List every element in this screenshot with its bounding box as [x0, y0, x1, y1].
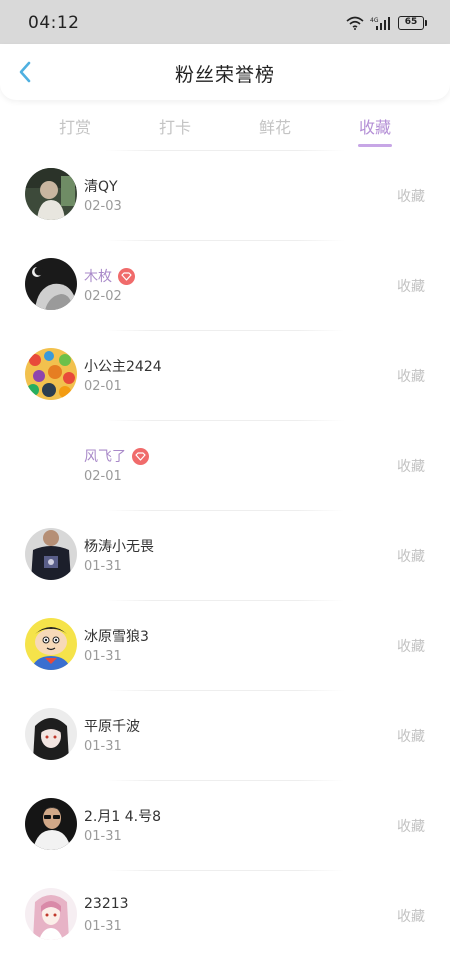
date: 02-03	[84, 199, 122, 214]
favorite-label: 收藏	[397, 369, 425, 385]
battery-icon: 65	[398, 16, 427, 30]
tab-checkin[interactable]: 打卡	[140, 114, 210, 138]
user-name: 2.月1 4.号8	[84, 809, 161, 825]
divider	[105, 870, 345, 871]
user-name: 风飞了	[84, 449, 126, 465]
tshirt-avatar	[25, 528, 77, 580]
user-name: 小公主2424	[84, 359, 162, 375]
user-name: 冰原雪狼3	[84, 629, 149, 645]
favorite-label: 收藏	[397, 189, 425, 205]
favorite-label: 收藏	[397, 819, 425, 835]
divider	[105, 690, 345, 691]
divider	[105, 330, 345, 331]
favorite-label: 收藏	[397, 639, 425, 655]
header: 粉丝荣誉榜	[0, 44, 450, 100]
cartoon-avatar	[25, 618, 77, 670]
date: 01-31	[84, 649, 122, 664]
tab-favorites-label: 收藏	[358, 118, 391, 137]
tab-reward[interactable]: 打赏	[40, 114, 110, 138]
date: 01-31	[84, 919, 122, 934]
date: 01-31	[84, 829, 122, 844]
user-name: 木枚	[84, 269, 112, 285]
vip-badge-icon	[132, 447, 149, 465]
page-title: 粉丝荣誉榜	[174, 64, 275, 86]
tab-favorites[interactable]: 收藏	[340, 114, 410, 147]
list-item[interactable]: 23213 01-31 收藏	[0, 870, 450, 960]
divider	[105, 420, 345, 421]
list-item[interactable]: 杨涛小无畏 01-31 收藏	[0, 510, 450, 600]
user-name: 23213	[84, 896, 129, 912]
fan-list: 清QY 02-03 收藏 木枚 02-02 收藏 小公主2424 02-01 收…	[0, 150, 450, 960]
favorite-label: 收藏	[397, 549, 425, 565]
user-name: 杨涛小无畏	[84, 539, 154, 555]
status-icons: 4G 65	[346, 14, 427, 32]
wifi-icon	[346, 16, 364, 30]
list-item[interactable]: 风飞了 02-01 收藏	[0, 420, 450, 510]
user-name: 平原千波	[84, 719, 140, 735]
pink-anime-avatar	[25, 888, 77, 940]
list-item[interactable]: 冰原雪狼3 01-31 收藏	[0, 600, 450, 690]
favorite-label: 收藏	[397, 279, 425, 295]
favorite-label: 收藏	[397, 909, 425, 925]
date: 02-02	[84, 289, 122, 304]
divider	[105, 600, 345, 601]
list-item[interactable]: 小公主2424 02-01 收藏	[0, 330, 450, 420]
tab-bar: 打赏 打卡 鲜花 收藏	[0, 106, 450, 150]
favorite-label: 收藏	[397, 729, 425, 745]
user-name: 清QY	[84, 179, 118, 195]
divider	[105, 150, 345, 151]
active-tab-indicator	[358, 144, 392, 147]
favorite-label: 收藏	[397, 459, 425, 475]
sunglasses-avatar	[25, 798, 77, 850]
svg-text:4G: 4G	[370, 17, 379, 24]
status-bar: 04:12 4G 65	[0, 0, 450, 44]
status-time: 04:12	[28, 13, 80, 33]
signal-icon: 4G	[370, 17, 390, 30]
vip-badge-icon	[118, 267, 135, 285]
date: 01-31	[84, 739, 122, 754]
divider	[105, 780, 345, 781]
list-item[interactable]: 清QY 02-03 收藏	[0, 150, 450, 240]
tab-flowers[interactable]: 鲜花	[240, 114, 310, 138]
date: 01-31	[84, 559, 122, 574]
date: 02-01	[84, 379, 122, 394]
divider	[105, 240, 345, 241]
divider	[105, 510, 345, 511]
candy-avatar	[25, 348, 77, 400]
anime-avatar	[25, 708, 77, 760]
photo-avatar	[25, 168, 77, 220]
blank-avatar	[25, 438, 77, 490]
list-item[interactable]: 木枚 02-02 收藏	[0, 240, 450, 330]
list-item[interactable]: 平原千波 01-31 收藏	[0, 690, 450, 780]
dark-art-avatar	[25, 258, 77, 310]
date: 02-01	[84, 469, 122, 484]
list-item[interactable]: 2.月1 4.号8 01-31 收藏	[0, 780, 450, 870]
